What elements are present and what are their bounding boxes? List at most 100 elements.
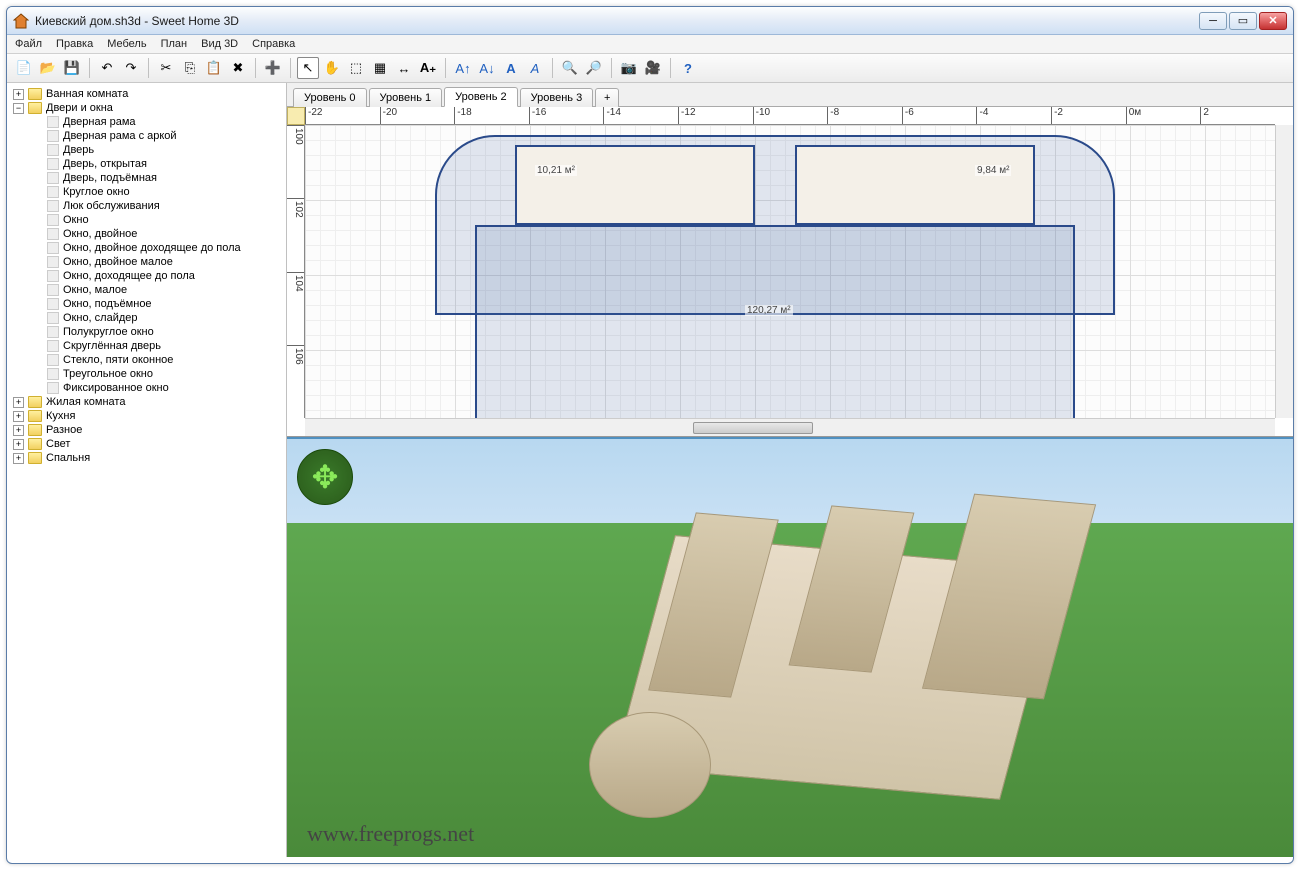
tb-help[interactable]: ? — [677, 57, 699, 79]
item-icon — [47, 186, 59, 198]
view-3d[interactable]: www.freeprogs.net — [287, 437, 1293, 857]
scrollbar-vertical[interactable] — [1275, 125, 1293, 418]
tree-leaf[interactable]: Дверь, открытая — [9, 157, 284, 171]
level-tabs: Уровень 0 Уровень 1 Уровень 2 Уровень 3 … — [287, 83, 1293, 107]
item-icon — [47, 116, 59, 128]
tree-leaf[interactable]: Окно, малое — [9, 283, 284, 297]
tree-leaf[interactable]: Полукруглое окно — [9, 325, 284, 339]
floorplan[interactable]: 10,21 м² 9,84 м² 120,27 м² — [435, 135, 1115, 435]
tree-leaf[interactable]: Люк обслуживания — [9, 199, 284, 213]
tb-add-furniture[interactable]: ➕ — [262, 57, 284, 79]
tb-text-smaller[interactable]: A↓ — [476, 57, 498, 79]
tree-category-living[interactable]: +Жилая комната — [9, 395, 284, 409]
tree-leaf[interactable]: Окно, доходящее до пола — [9, 269, 284, 283]
tb-select[interactable]: ↖ — [297, 57, 319, 79]
tb-cut[interactable]: ✂ — [155, 57, 177, 79]
tb-create-dimensions[interactable]: ↔ — [393, 57, 415, 79]
tree-label: Полукруглое окно — [63, 326, 154, 338]
tree-leaf[interactable]: Круглое окно — [9, 185, 284, 199]
item-icon — [47, 312, 59, 324]
tb-create-text[interactable]: A₊ — [417, 57, 439, 79]
tree-leaf[interactable]: Дверь, подъёмная — [9, 171, 284, 185]
tree-leaf[interactable]: Окно, двойное — [9, 227, 284, 241]
tab-level-2[interactable]: Уровень 2 — [444, 87, 518, 107]
tree-leaf[interactable]: Окно, двойное малое — [9, 255, 284, 269]
tree-category-misc[interactable]: +Разное — [9, 423, 284, 437]
tb-new[interactable]: 📄 — [13, 57, 35, 79]
tab-level-1[interactable]: Уровень 1 — [369, 88, 443, 107]
item-icon — [47, 354, 59, 366]
tree-leaf[interactable]: Стекло, пяти оконное — [9, 353, 284, 367]
tb-delete[interactable]: ✖ — [227, 57, 249, 79]
minimize-button[interactable]: ─ — [1199, 12, 1227, 30]
item-icon — [47, 326, 59, 338]
separator — [290, 58, 291, 78]
tb-photo[interactable]: 📷 — [618, 57, 640, 79]
tree-leaf[interactable]: Треугольное окно — [9, 367, 284, 381]
tree-leaf[interactable]: Окно, двойное доходящее до пола — [9, 241, 284, 255]
tree-leaf[interactable]: Дверная рама — [9, 115, 284, 129]
item-icon — [47, 340, 59, 352]
tb-save[interactable]: 💾 — [61, 57, 83, 79]
tb-redo[interactable]: ↷ — [120, 57, 142, 79]
tab-add-level[interactable]: + — [595, 88, 619, 107]
menu-help[interactable]: Справка — [252, 38, 295, 50]
ruler-tick: 102 — [287, 198, 304, 271]
tb-italic[interactable]: A — [524, 57, 546, 79]
tree-category-bathroom[interactable]: +Ванная комната — [9, 87, 284, 101]
tb-open[interactable]: 📂 — [37, 57, 59, 79]
tree-category-doors-windows[interactable]: −Двери и окна — [9, 101, 284, 115]
tree-leaf[interactable]: Фиксированное окно — [9, 381, 284, 395]
item-icon — [47, 270, 59, 282]
tb-zoom-in[interactable]: 🔍 — [559, 57, 581, 79]
plan-view[interactable]: -22-20-18-16-14-12-10-8-6-4-20м2 1001021… — [287, 107, 1293, 437]
tree-category-bedroom[interactable]: +Спальня — [9, 451, 284, 465]
ruler-tick: -14 — [603, 107, 678, 124]
tb-video[interactable]: 🎥 — [642, 57, 664, 79]
tree-leaf[interactable]: Дверная рама с аркой — [9, 129, 284, 143]
tab-level-3[interactable]: Уровень 3 — [520, 88, 594, 107]
menu-furniture[interactable]: Мебель — [107, 38, 146, 50]
wall-lower[interactable] — [475, 225, 1075, 425]
separator — [89, 58, 90, 78]
tb-create-walls[interactable]: ⬚ — [345, 57, 367, 79]
tb-pan[interactable]: ✋ — [321, 57, 343, 79]
tb-copy[interactable]: ⎘ — [179, 57, 201, 79]
tree-leaf[interactable]: Окно — [9, 213, 284, 227]
tb-bold[interactable]: A — [500, 57, 522, 79]
catalog-tree[interactable]: +Ванная комната −Двери и окна Дверная ра… — [7, 83, 287, 857]
close-button[interactable]: ✕ — [1259, 12, 1287, 30]
ruler-tick: -18 — [454, 107, 529, 124]
tb-text-bigger[interactable]: A↑ — [452, 57, 474, 79]
menu-file[interactable]: Файл — [15, 38, 42, 50]
tb-zoom-out[interactable]: 🔎 — [583, 57, 605, 79]
tree-label: Дверь, открытая — [63, 158, 147, 170]
tree-category-kitchen[interactable]: +Кухня — [9, 409, 284, 423]
bathroom-2[interactable] — [795, 145, 1035, 225]
tree-label: Окно, малое — [63, 284, 127, 296]
bathroom-1[interactable] — [515, 145, 755, 225]
nav-compass[interactable] — [297, 449, 353, 505]
app-body: +Ванная комната −Двери и окна Дверная ра… — [7, 83, 1293, 857]
menu-plan[interactable]: План — [161, 38, 188, 50]
ruler-corner — [287, 107, 305, 125]
tree-leaf[interactable]: Окно, подъёмное — [9, 297, 284, 311]
scrollbar-horizontal[interactable] — [305, 418, 1275, 436]
tb-create-rooms[interactable]: ▦ — [369, 57, 391, 79]
tree-category-lights[interactable]: +Свет — [9, 437, 284, 451]
tree-leaf[interactable]: Скруглённая дверь — [9, 339, 284, 353]
scrollbar-thumb[interactable] — [693, 422, 813, 434]
tb-undo[interactable]: ↶ — [96, 57, 118, 79]
ruler-tick: 106 — [287, 345, 304, 418]
tree-leaf[interactable]: Окно, слайдер — [9, 311, 284, 325]
house-3d-model[interactable] — [589, 481, 1142, 836]
ruler-tick: 0м — [1126, 107, 1201, 124]
tb-paste[interactable]: 📋 — [203, 57, 225, 79]
menu-view3d[interactable]: Вид 3D — [201, 38, 238, 50]
tree-leaf[interactable]: Дверь — [9, 143, 284, 157]
menu-edit[interactable]: Правка — [56, 38, 93, 50]
maximize-button[interactable]: ▭ — [1229, 12, 1257, 30]
tree-label: Треугольное окно — [63, 368, 153, 380]
tab-level-0[interactable]: Уровень 0 — [293, 88, 367, 107]
plan-grid[interactable]: 10,21 м² 9,84 м² 120,27 м² — [305, 125, 1275, 418]
